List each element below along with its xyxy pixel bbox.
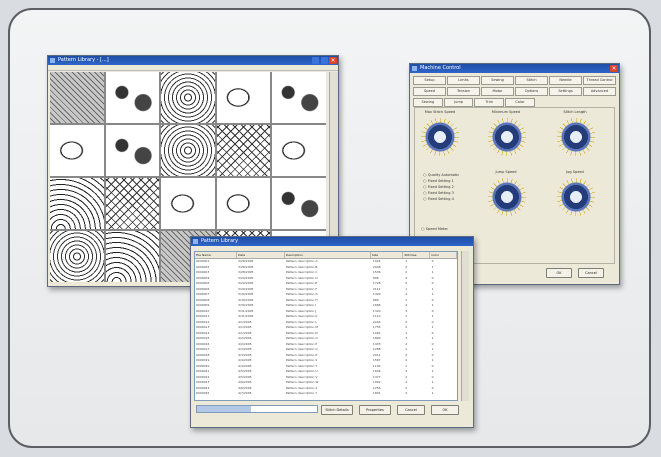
properties-button[interactable]: Properties [359,405,391,415]
max-stitch-speed-dial[interactable] [421,118,459,156]
ok-button[interactable]: OK [546,268,572,278]
table-cell: 2 [405,391,408,395]
stitch-length-dial[interactable] [557,118,595,156]
data-list-title: Pattern Library [201,238,239,244]
stitch-details-button[interactable]: Stitch Details [321,405,353,415]
dial-label-jump-speed: Jump Speed [495,170,517,174]
jog-speed-dial[interactable] [557,178,595,216]
column-header[interactable]: Stitches [403,252,431,258]
radio-option-4[interactable]: Fixed Setting 3 [423,190,454,195]
app-icon [193,239,198,244]
app-icon [412,66,417,71]
machine-control-titlebar[interactable]: Machine Control × [410,64,619,73]
pattern-thumbnail[interactable] [216,178,271,229]
close-button[interactable]: × [329,57,337,64]
close-button[interactable]: × [610,65,618,72]
pattern-thumbnail[interactable] [105,178,160,229]
column-header[interactable]: File Name [195,252,238,258]
tab-advanced[interactable]: Advanced [583,87,616,96]
dial-label-max-stitch-speed: Max Stitch Speed [424,110,456,114]
table-cell: 1801 [372,391,381,395]
pattern-thumbnail[interactable] [50,178,104,229]
tab-sewing[interactable]: Sewing [481,76,514,85]
tab-stitch[interactable]: Stitch [515,76,548,85]
pattern-thumbnail[interactable] [105,231,160,282]
tab-color[interactable]: Color [505,98,535,107]
column-header[interactable]: Size [371,252,404,258]
data-list-titlebar[interactable]: Pattern Library [191,237,473,246]
dial-label-minimum-speed: Minimum Speed [491,110,521,114]
pattern-thumbnail[interactable] [272,178,326,229]
tab-thread-control[interactable]: Thread Control [583,76,616,85]
tab-options[interactable]: Options [515,87,548,96]
tab-settings[interactable]: Settings [549,87,582,96]
tab-setup[interactable]: Setup [413,76,446,85]
tab-limits[interactable]: Limits [447,76,480,85]
radio-option-1[interactable]: Quality Automatic [423,172,460,177]
column-header[interactable]: Description [285,252,371,258]
file-list-table[interactable]: File Name Date Description Size Stitches Colo… [194,251,458,401]
table-cell: 0000025 [196,391,210,395]
pattern-thumbnail[interactable] [161,125,215,176]
table-cell: 1 [431,391,434,395]
tab-jump[interactable]: Jump [443,98,474,107]
pattern-library-title: Pattern Library - [...] [58,57,109,63]
minimize-button[interactable] [312,57,319,64]
pattern-thumbnail[interactable] [161,178,215,229]
tab-needle[interactable]: Needle [549,76,582,85]
cancel-button[interactable]: Cancel [397,405,425,415]
table-body[interactable]: 0000001 3/28/2005 Pattern description A 102… [195,259,457,397]
radio-option-5[interactable]: Fixed Setting 4 [423,196,454,201]
column-header[interactable]: Color [430,252,457,258]
progress-bar [196,405,318,413]
tab-row-2[interactable]: Speed Tension Motor Options Settings Advanced [413,87,616,96]
pattern-thumbnail[interactable] [161,72,215,123]
pattern-thumbnail[interactable] [216,72,271,123]
pattern-thumbnail[interactable] [50,231,104,282]
menu-bar[interactable] [48,65,338,71]
minimum-speed-dial[interactable] [488,118,526,156]
tab-speed[interactable]: Speed [413,87,446,96]
column-header[interactable]: Date [237,252,285,258]
pattern-thumbnail[interactable] [50,72,104,123]
dial-label-jog-speed: Jog Speed [566,170,584,174]
table-header[interactable]: File Name Date Description Size Stitches Colo… [195,252,457,259]
table-row[interactable]: 0000025 4/7/2005 Pattern description Y 1801… [195,391,457,397]
pattern-thumbnail[interactable] [216,125,271,176]
pattern-thumbnail[interactable] [272,125,326,176]
tab-row-3[interactable]: Sewing Jump Trim Color [413,98,535,107]
tab-motor[interactable]: Motor [481,87,514,96]
radio-option-3[interactable]: Fixed Setting 2 [423,184,454,189]
pattern-thumbnail[interactable] [272,72,326,123]
pattern-thumbnail[interactable] [50,125,104,176]
cancel-button[interactable]: Cancel [578,268,604,278]
data-list-window[interactable]: Pattern Library File Name Date Description… [190,236,474,428]
pattern-thumbnail[interactable] [105,125,160,176]
ok-button[interactable]: OK [431,405,459,415]
pattern-thumbnail[interactable] [105,72,160,123]
dial-label-stitch-length: Stitch Length [563,110,587,114]
machine-control-title: Machine Control [420,65,461,71]
speed-meter-label: Speed Meter [421,226,448,231]
tab-tension[interactable]: Tension [447,87,480,96]
pattern-library-titlebar[interactable]: Pattern Library - [...] × [48,56,338,65]
table-cell: 4/7/2005 [238,391,252,395]
tab-trim[interactable]: Trim [474,98,505,107]
jump-speed-dial[interactable] [488,178,526,216]
vertical-scrollbar[interactable] [461,251,469,401]
tab-sewing[interactable]: Sewing [413,98,443,107]
progress-fill [197,406,251,412]
app-icon [50,58,55,63]
settings-tabs[interactable]: Setup Limits Sewing Stitch Needle Thread Cont… [413,76,616,107]
radio-option-2[interactable]: Fixed Setting 1 [423,178,454,183]
tab-row-1[interactable]: Setup Limits Sewing Stitch Needle Thread Cont… [413,76,616,85]
maximize-button[interactable] [321,57,328,64]
table-cell: Pattern description Y [285,391,318,395]
